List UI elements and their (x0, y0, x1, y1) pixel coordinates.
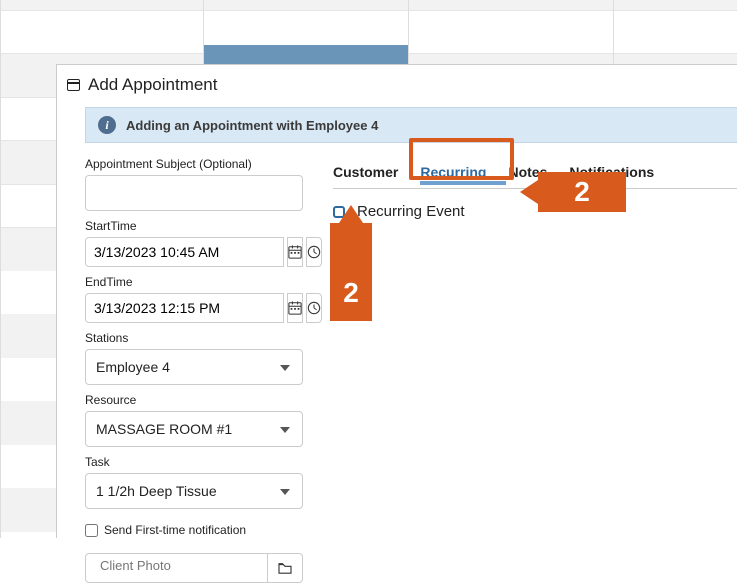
info-icon: i (98, 116, 116, 134)
end-time-label: EndTime (85, 275, 303, 289)
start-time-picker-button[interactable] (306, 237, 322, 267)
resource-value: MASSAGE ROOM #1 (96, 421, 232, 437)
clock-icon (307, 301, 321, 315)
form-left-column: Appointment Subject (Optional) StartTime… (85, 149, 303, 583)
end-date-picker-button[interactable] (287, 293, 303, 323)
subject-input[interactable] (85, 175, 303, 211)
callout-step-below: 2 (330, 223, 372, 321)
stations-value: Employee 4 (96, 359, 170, 375)
first-time-label: Send First-time notification (104, 523, 246, 537)
folder-icon (278, 562, 292, 574)
stations-label: Stations (85, 331, 303, 345)
calendar-selected-slot[interactable] (204, 45, 408, 65)
list-icon[interactable] (291, 395, 303, 405)
end-time-picker-button[interactable] (306, 293, 322, 323)
client-photo-browse-button[interactable] (267, 553, 303, 583)
subject-label: Appointment Subject (Optional) (85, 157, 303, 171)
tab-active-underline (420, 181, 506, 185)
tab-customer[interactable]: Customer (333, 164, 398, 188)
calendar-icon (288, 301, 302, 315)
task-value: 1 1/2h Deep Tissue (96, 483, 217, 499)
recurring-event-label: Recurring Event (357, 203, 465, 220)
modal-title-text: Add Appointment (88, 75, 217, 95)
recurring-event-row: Recurring Event (333, 203, 737, 220)
calendar-icon (288, 245, 302, 259)
start-time-input[interactable] (85, 237, 284, 267)
info-banner: i Adding an Appointment with Employee 4 (85, 107, 737, 143)
task-select[interactable]: 1 1/2h Deep Tissue (85, 473, 303, 509)
client-photo-input[interactable]: Client Photo (85, 553, 268, 583)
list-icon[interactable] (291, 333, 303, 343)
first-time-checkbox[interactable] (85, 524, 98, 537)
window-icon (67, 79, 80, 91)
form-right-column: Customer Recurring Notes Notifications R… (333, 149, 737, 583)
start-date-picker-button[interactable] (287, 237, 303, 267)
task-label: Task (85, 455, 303, 469)
info-banner-text: Adding an Appointment with Employee 4 (126, 118, 378, 133)
clock-icon (307, 245, 321, 259)
start-time-label: StartTime (85, 219, 303, 233)
callout-step-right: 2 (538, 172, 626, 212)
end-time-input[interactable] (85, 293, 284, 323)
modal-header: Add Appointment (57, 65, 737, 107)
resource-select[interactable]: MASSAGE ROOM #1 (85, 411, 303, 447)
list-icon[interactable] (291, 457, 303, 467)
resource-label: Resource (85, 393, 303, 407)
add-appointment-modal: Add Appointment i Adding an Appointment … (56, 64, 737, 538)
stations-select[interactable]: Employee 4 (85, 349, 303, 385)
